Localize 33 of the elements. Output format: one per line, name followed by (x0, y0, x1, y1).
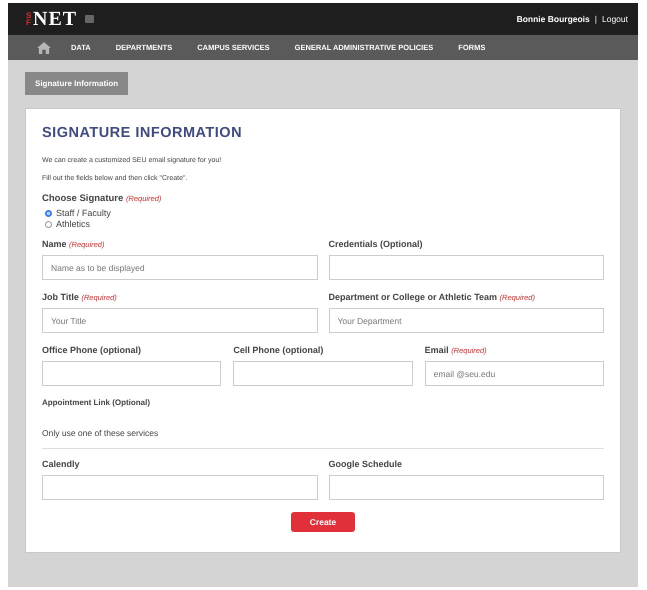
user-name: Bonnie Bourgeois (516, 14, 590, 24)
square-icon[interactable] (85, 15, 94, 23)
input-field[interactable]: email @seu.edu (424, 361, 604, 386)
field-label: Google Schedule (328, 459, 402, 469)
input-field[interactable] (328, 475, 604, 500)
radio-label: Athletics (56, 219, 90, 229)
create-button[interactable]: Create (291, 512, 355, 532)
section-tab[interactable]: Signature Information (25, 72, 128, 95)
radio-label: Staff / Faculty (56, 208, 111, 218)
field-label: Calendly (42, 459, 80, 469)
radio-button[interactable] (45, 210, 52, 216)
input-field[interactable] (233, 361, 413, 386)
home-icon[interactable] (37, 42, 51, 54)
field-label: Credentials (Optional) (328, 239, 423, 249)
input-field[interactable] (328, 255, 604, 280)
input-field[interactable] (42, 361, 222, 386)
note-text: Only use one of these services (42, 428, 160, 438)
field-label: Email (424, 345, 449, 355)
field-label: Office Phone (optional) (42, 345, 141, 355)
section-label: Appointment Link (Optional) (42, 398, 151, 407)
separator: | (594, 14, 597, 24)
field-label: Name (42, 239, 67, 249)
form-title: SIGNATURE INFORMATION (42, 125, 244, 141)
input-field[interactable]: Your Title (42, 308, 318, 333)
field-label: Department or College or Athletic Team (328, 292, 498, 302)
input-field[interactable]: Name as to be displayed (42, 255, 318, 280)
field-label: Choose Signature (42, 193, 124, 204)
logout-link[interactable]: Logout (602, 14, 628, 24)
input-field[interactable]: Your Department (328, 308, 604, 333)
input-field[interactable] (42, 475, 318, 500)
field-label: Job Title (42, 292, 79, 302)
field-label: Cell Phone (optional) (233, 345, 324, 355)
radio-button[interactable] (45, 220, 52, 228)
